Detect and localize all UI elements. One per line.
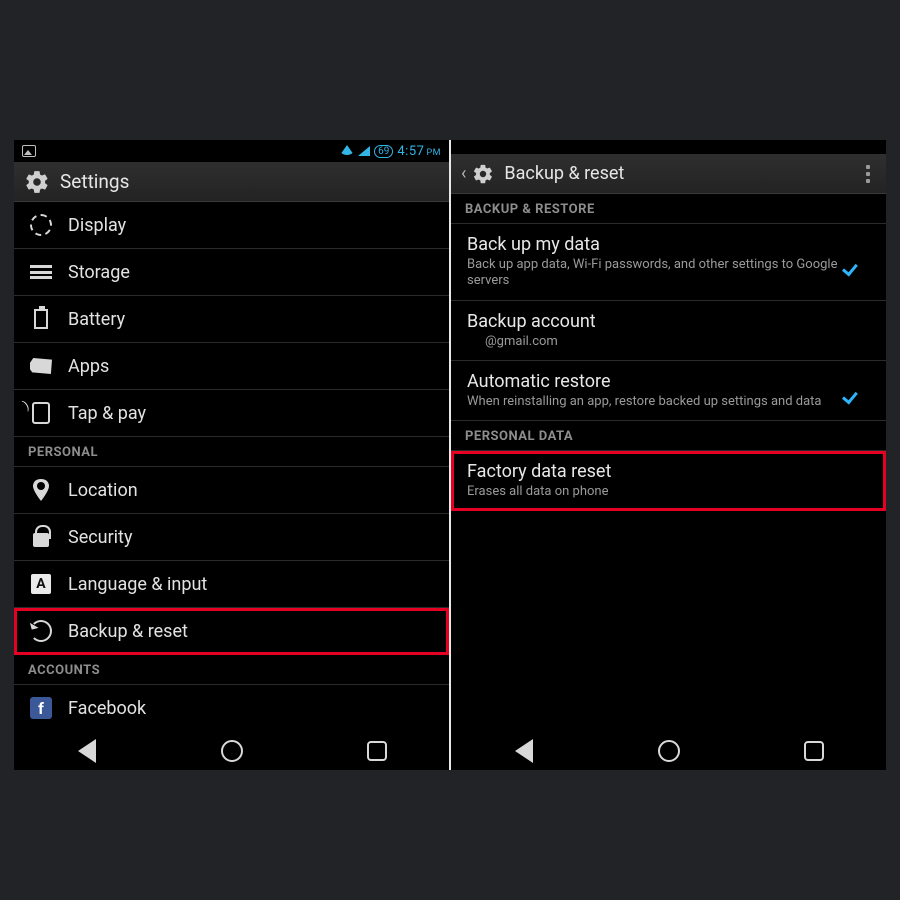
phone-backup-reset: ‹ Backup & reset BACKUP & RESTORE Back u… [451, 140, 886, 770]
status-bar [451, 140, 886, 154]
row-label: Battery [68, 309, 125, 330]
section-personal-data: PERSONAL DATA [451, 421, 886, 451]
row-label: Facebook [68, 698, 146, 719]
item-title: Back up my data [467, 234, 838, 255]
backup-titlebar: ‹ Backup & reset [451, 154, 886, 194]
row-battery[interactable]: Battery [14, 296, 449, 343]
item-subtitle: @gmail.com [467, 334, 870, 350]
item-subtitle: When reinstalling an app, restore backed… [467, 394, 838, 410]
nav-recent-button[interactable] [800, 737, 828, 765]
row-storage[interactable]: Storage [14, 249, 449, 296]
row-label: Language & input [68, 574, 207, 595]
row-backup-account[interactable]: Backup account @gmail.com [451, 301, 886, 361]
row-backup-reset[interactable]: Backup & reset [14, 608, 449, 655]
row-label: Security [68, 527, 132, 548]
item-title: Factory data reset [467, 461, 870, 482]
item-subtitle: Back up app data, Wi-Fi passwords, and o… [467, 257, 838, 290]
clock: 4:57PM [397, 144, 441, 159]
wifi-icon [340, 145, 354, 155]
section-accounts: ACCOUNTS [14, 655, 449, 685]
tappay-icon [28, 400, 54, 426]
picture-icon [22, 145, 36, 157]
nav-recent-button[interactable] [363, 737, 391, 765]
facebook-icon: f [28, 695, 54, 721]
row-automatic-restore[interactable]: Automatic restore When reinstalling an a… [451, 361, 886, 421]
back-icon[interactable]: ‹ [461, 163, 466, 184]
language-icon: A [28, 571, 54, 597]
checkmark-icon[interactable] [848, 379, 870, 401]
phones-row: 69 4:57PM Settings Display Storage [14, 140, 886, 770]
nav-home-button[interactable] [655, 737, 683, 765]
row-label: Display [68, 215, 126, 236]
item-title: Backup account [467, 311, 870, 332]
row-facebook[interactable]: f Facebook [14, 685, 449, 731]
settings-list[interactable]: Display Storage Battery Apps Tap & pay [14, 202, 449, 732]
storage-icon [28, 259, 54, 285]
row-apps[interactable]: Apps [14, 343, 449, 390]
nav-bar [14, 732, 449, 770]
gear-icon [472, 163, 494, 185]
backup-title: Backup & reset [504, 163, 624, 184]
row-label: Storage [68, 262, 130, 283]
row-label: Backup & reset [68, 621, 188, 642]
nav-back-button[interactable] [510, 737, 538, 765]
status-right: 69 4:57PM [340, 144, 441, 159]
row-security[interactable]: Security [14, 514, 449, 561]
nav-bar [451, 732, 886, 770]
section-backup-restore: BACKUP & RESTORE [451, 194, 886, 224]
checkmark-icon[interactable] [848, 251, 870, 273]
display-icon [28, 212, 54, 238]
row-location[interactable]: Location [14, 467, 449, 514]
row-display[interactable]: Display [14, 202, 449, 249]
settings-title: Settings [60, 170, 129, 193]
item-title: Automatic restore [467, 371, 838, 392]
nav-home-button[interactable] [218, 737, 246, 765]
row-tappay[interactable]: Tap & pay [14, 390, 449, 437]
gear-icon [24, 169, 50, 195]
status-left [22, 145, 36, 157]
signal-icon [358, 146, 370, 156]
battery-level: 69 [374, 145, 393, 158]
row-label: Apps [68, 356, 109, 377]
row-label: Tap & pay [68, 403, 146, 424]
row-label: Location [68, 480, 138, 501]
battery-icon [28, 306, 54, 332]
settings-titlebar: Settings [14, 162, 449, 202]
row-language[interactable]: A Language & input [14, 561, 449, 608]
status-bar: 69 4:57PM [14, 140, 449, 162]
backup-list[interactable]: BACKUP & RESTORE Back up my data Back up… [451, 194, 886, 732]
item-subtitle: Erases all data on phone [467, 484, 870, 500]
overflow-menu-button[interactable] [860, 161, 876, 187]
nav-back-button[interactable] [73, 737, 101, 765]
phone-settings: 69 4:57PM Settings Display Storage [14, 140, 451, 770]
row-backup-my-data[interactable]: Back up my data Back up app data, Wi-Fi … [451, 224, 886, 301]
row-factory-reset[interactable]: Factory data reset Erases all data on ph… [451, 451, 886, 511]
stage: 69 4:57PM Settings Display Storage [0, 0, 900, 900]
reset-icon [28, 618, 54, 644]
lock-icon [28, 524, 54, 550]
apps-icon [28, 353, 54, 379]
location-icon [28, 477, 54, 503]
section-personal: PERSONAL [14, 437, 449, 467]
